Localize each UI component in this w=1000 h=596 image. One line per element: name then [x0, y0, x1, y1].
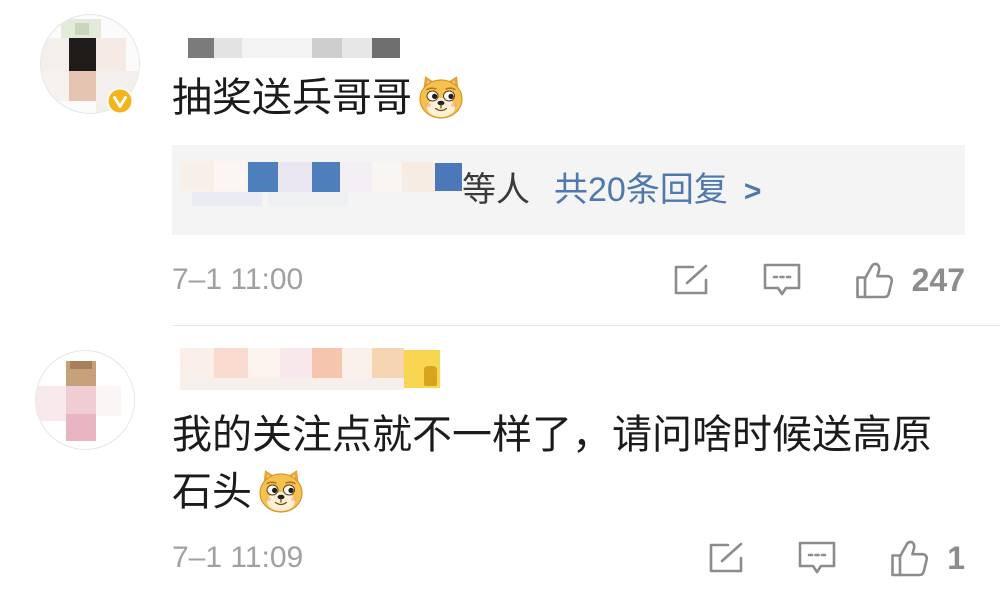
like-count: 1 [947, 540, 965, 576]
mosaic-block [435, 163, 462, 191]
chevron-right-icon[interactable]: > [744, 175, 762, 208]
mosaic-block [312, 38, 342, 58]
mosaic-block [66, 386, 96, 414]
mosaic-block [70, 361, 92, 369]
comment-icon [797, 540, 837, 576]
mosaic-block [214, 161, 246, 191]
mosaic-block [96, 386, 121, 416]
share-button[interactable] [672, 263, 710, 297]
mosaic-block [180, 378, 404, 390]
comment-icon [762, 262, 802, 298]
reply-users-suffix: 等人 [462, 171, 530, 209]
mosaic-block [69, 38, 96, 71]
verified-badge-icon [106, 87, 134, 115]
comment-text-line: 石头 [172, 470, 252, 514]
mosaic-block [66, 414, 96, 441]
mosaic-block [402, 162, 435, 192]
mosaic-block [180, 161, 214, 191]
mosaic-block [75, 23, 89, 35]
comment-text-line: 抽奖送兵哥哥 [172, 76, 412, 120]
thumbs-up-icon [854, 260, 894, 300]
mosaic-block [242, 38, 312, 58]
comment-text: 我的关注点就不一样了，请问啥时候送高原 石头 [172, 407, 932, 521]
doge-emoji-icon [416, 71, 466, 121]
mosaic-block [372, 38, 400, 58]
share-button[interactable] [707, 541, 745, 575]
mosaic-block [268, 192, 348, 206]
mosaic-block [372, 162, 402, 192]
mosaic-block [342, 38, 372, 58]
mosaic-block [342, 348, 372, 378]
comment-text-line-wrap: 石头 [172, 464, 932, 521]
mosaic-block [96, 38, 126, 71]
like-button[interactable]: 1 [889, 538, 965, 578]
comment-timestamp: 7–1 11:09 [172, 541, 304, 574]
replies-preview[interactable]: 等人 共20条回复 > [172, 145, 965, 235]
mosaic-block [340, 162, 372, 192]
comment-text-line: 我的关注点就不一样了，请问啥时候送高原 [172, 413, 932, 457]
username-pixelated[interactable] [180, 348, 440, 390]
mosaic-block [248, 348, 280, 378]
share-icon [672, 263, 710, 297]
comment-divider [172, 325, 1000, 326]
reply-button[interactable] [797, 540, 837, 576]
mosaic-block [424, 366, 437, 386]
mosaic-block [248, 162, 278, 192]
mosaic-block [36, 386, 66, 421]
thumbs-up-icon [889, 538, 929, 578]
mosaic-block [214, 38, 242, 58]
reply-count-link[interactable]: 共20条回复 [554, 171, 728, 209]
mosaic-block [41, 71, 69, 101]
comment-timestamp: 7–1 11:00 [172, 263, 304, 296]
mosaic-block [69, 71, 96, 101]
mosaic-block [372, 348, 404, 378]
avatar[interactable] [35, 350, 135, 450]
mosaic-block [192, 192, 262, 206]
mosaic-block [280, 348, 312, 378]
mosaic-block [214, 348, 248, 378]
like-count: 247 [911, 262, 965, 298]
like-button[interactable]: 247 [854, 260, 965, 300]
mosaic-block [312, 162, 340, 192]
comment-actions: 247 [672, 260, 965, 300]
share-icon [707, 541, 745, 575]
username-pixelated[interactable] [186, 38, 402, 58]
comment-text: 抽奖送兵哥哥 [172, 70, 466, 126]
comment-text-line-wrap: 抽奖送兵哥哥 [172, 70, 466, 126]
comment-actions: 1 [707, 538, 965, 578]
mosaic-block [278, 162, 312, 192]
doge-emoji-icon [256, 465, 306, 515]
mosaic-block [41, 38, 69, 71]
reply-button[interactable] [762, 262, 802, 298]
mosaic-block [180, 348, 214, 378]
reply-summary: 等人 共20条回复 > [462, 145, 761, 235]
mosaic-block [188, 38, 214, 58]
mosaic-block [312, 348, 342, 378]
